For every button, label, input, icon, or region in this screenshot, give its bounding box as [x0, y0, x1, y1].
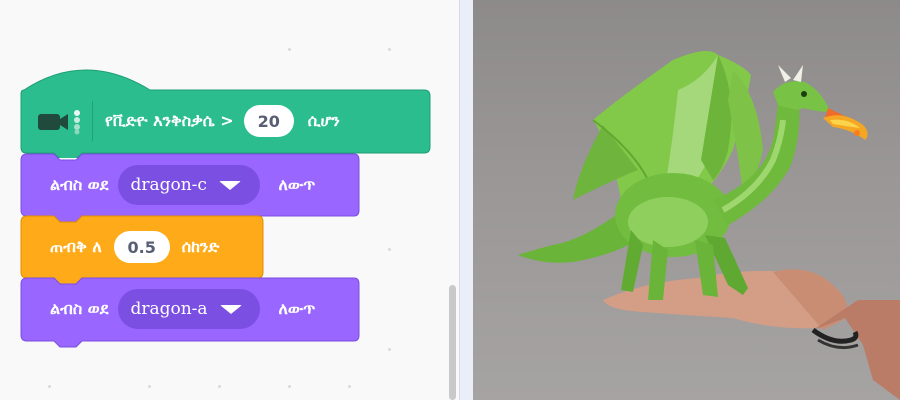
change-label: ለውጥ	[278, 299, 316, 318]
costume-dropdown-value: dragon-c	[130, 175, 207, 195]
costume-dropdown-1[interactable]: dragon-c	[118, 165, 261, 205]
stage[interactable]	[473, 0, 900, 400]
workspace-scrollbar[interactable]	[449, 285, 456, 400]
seconds-label: ሰከንድ	[181, 237, 220, 256]
video-motion-hat-block[interactable]: የቪድዮ እንቅስቃሴ > 20 ሲሆን	[36, 92, 340, 150]
grid-dot	[388, 248, 391, 251]
wait-seconds-input[interactable]: 0.5	[113, 231, 170, 263]
fire-breath	[823, 115, 868, 140]
grid-dot	[148, 385, 151, 388]
panel-gap	[460, 0, 473, 400]
grid-dot	[288, 385, 291, 388]
chevron-down-icon	[219, 304, 242, 314]
grid-dot	[348, 385, 351, 388]
switch-costume-block-1[interactable]: ልብስ ወደ dragon-c ለውጥ	[50, 155, 315, 215]
grid-dot	[218, 385, 221, 388]
change-label: ለውጥ	[278, 175, 316, 194]
grid-dot	[388, 48, 391, 51]
switch-costume-block-2[interactable]: ልብስ ወደ dragon-a ለውጥ	[50, 279, 315, 339]
stage-canvas	[518, 51, 900, 400]
motion-threshold-input[interactable]: 20	[243, 105, 294, 137]
dragon-sprite	[518, 51, 853, 300]
grid-dot	[388, 348, 391, 351]
video-motion-label: የቪድዮ እንቅስቃሴ >	[105, 111, 234, 130]
when-label: ሲሆን	[307, 111, 340, 130]
switch-costume-label: ልብስ ወደ	[50, 299, 109, 318]
chevron-down-icon	[218, 180, 241, 190]
block-divider	[92, 101, 93, 141]
video-feed-hand	[603, 269, 900, 400]
video-camera-icon	[36, 107, 84, 135]
costume-dropdown-value: dragon-a	[130, 299, 208, 319]
wait-label: ጠብቅ ለ	[50, 237, 102, 256]
grid-dot	[48, 385, 51, 388]
wait-block[interactable]: ጠብቅ ለ 0.5 ሰከንድ	[50, 217, 219, 277]
switch-costume-label: ልብስ ወደ	[50, 175, 109, 194]
code-workspace[interactable]: የቪድዮ እንቅስቃሴ > 20 ሲሆን ልብስ ወደ dragon-c ለውጥ…	[0, 0, 460, 400]
costume-dropdown-2[interactable]: dragon-a	[118, 289, 261, 329]
grid-dot	[288, 48, 291, 51]
